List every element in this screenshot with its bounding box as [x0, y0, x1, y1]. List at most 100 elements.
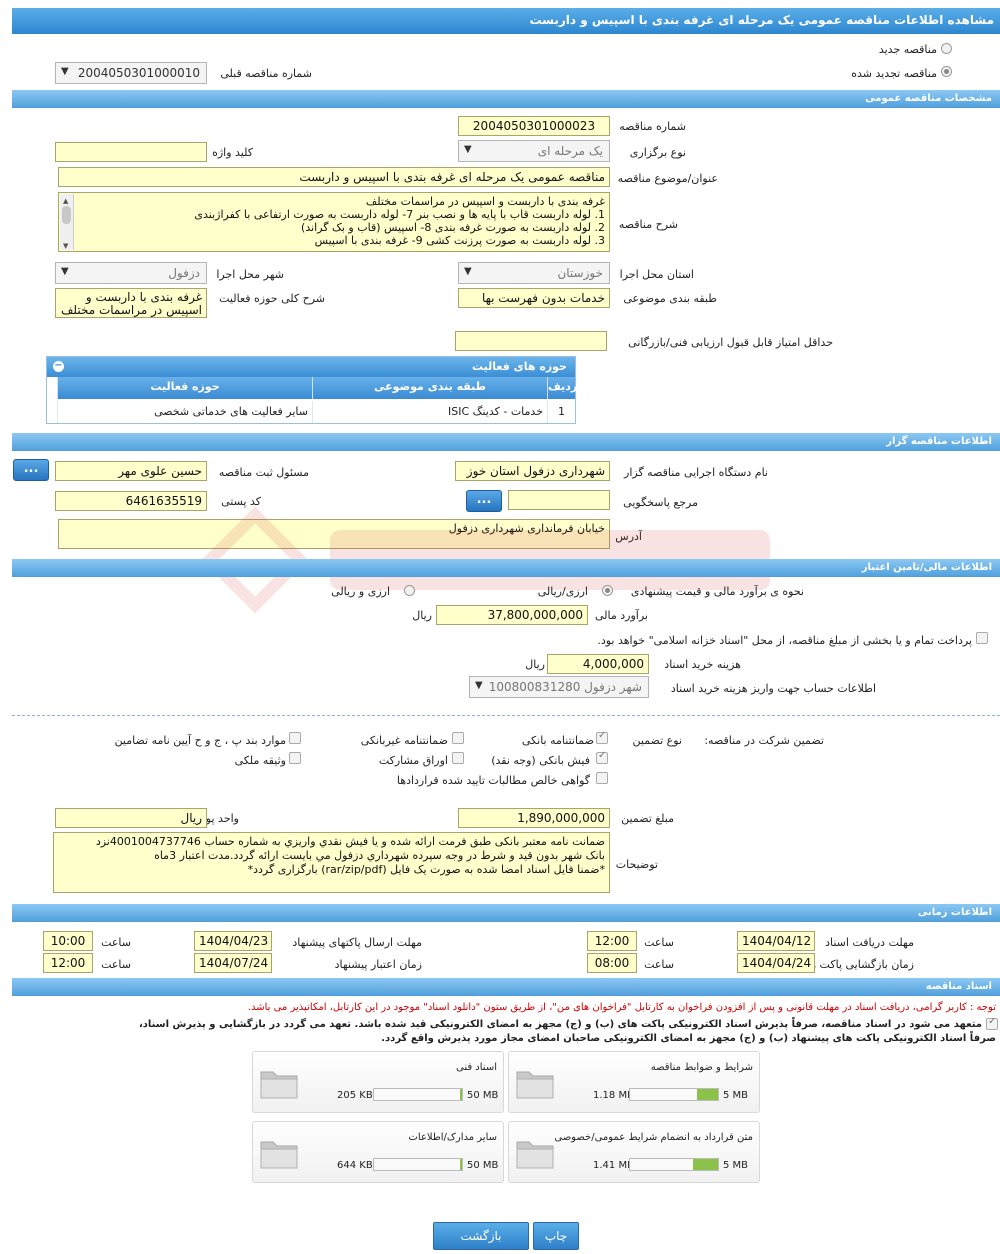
- activities-header: حوزه های فعالیت −: [47, 357, 575, 377]
- org-name-field[interactable]: شهرداری دزفول استان خوز: [455, 461, 610, 481]
- commitment-checkbox[interactable]: [986, 1016, 998, 1030]
- prev-number-value: 2004050301000010: [77, 66, 200, 80]
- estimate-field[interactable]: 37,800,000,000: [436, 605, 588, 625]
- province-select[interactable]: خوزستان ▼: [458, 262, 610, 284]
- guarantee-type-label: نوع تضمین: [632, 734, 682, 747]
- min-score-label: حداقل امتیاز قابل قبول ارزیابی فنی/بازرگ…: [628, 336, 833, 349]
- keyword-field[interactable]: [55, 142, 207, 162]
- collapse-icon[interactable]: −: [53, 361, 64, 372]
- file-size: 644 KB: [337, 1160, 373, 1171]
- bank-guarantee-label: ضمانتنامه بانکی: [521, 734, 594, 747]
- address-textarea[interactable]: خیابان فرمانداری شهرداری دزفول: [58, 519, 610, 549]
- documents-notice: توجه : کاربر گرامی، دریافت اسناد در مهلت…: [247, 1002, 996, 1013]
- print-button[interactable]: چاپ: [533, 1222, 579, 1250]
- file-name: سایر مدارک/اطلاعات: [408, 1132, 497, 1143]
- send-deadline-date[interactable]: 1404/04/23: [194, 931, 272, 951]
- chevron-down-icon: ▼: [464, 266, 472, 277]
- file-card[interactable]: متن قرارداد به انضمام شرایط عمومی/خصوصی …: [508, 1121, 760, 1183]
- responsible-field[interactable]: حسین علوی مهر: [55, 461, 207, 481]
- opening-date[interactable]: 1404/04/24: [737, 953, 815, 973]
- reference-lookup-button[interactable]: ...: [466, 490, 502, 512]
- participation-guarantee-label: تضمین شرکت در مناقصه:: [704, 734, 824, 747]
- description-textarea[interactable]: غرفه بندی با داربست و اسپیس در مراسمات م…: [58, 192, 610, 252]
- send-deadline-time[interactable]: 10:00: [43, 931, 93, 951]
- scroll-down-icon[interactable]: ▼: [63, 240, 68, 251]
- receivables-cert-checkbox[interactable]: [596, 772, 608, 784]
- notes-line: *ضمنا فایل اسناد امضا شده به صورت یک فای…: [247, 863, 605, 876]
- radio-currency-rial[interactable]: [602, 585, 613, 596]
- doc-cost-field[interactable]: 4,000,000: [547, 654, 649, 674]
- col-index: ردیف: [547, 377, 577, 399]
- radio-currency-and-rial[interactable]: [404, 585, 415, 596]
- chevron-down-icon: ▼: [61, 66, 69, 77]
- chevron-down-icon: ▼: [475, 680, 483, 691]
- file-size: 205 KB: [337, 1090, 373, 1101]
- bank-guarantee-checkbox[interactable]: [596, 730, 608, 744]
- clauses-checkbox[interactable]: [289, 732, 301, 744]
- activities-panel: حوزه های فعالیت − ردیف طبقه بندی موضوعی …: [46, 356, 577, 424]
- send-deadline-label: مهلت ارسال پاکتهای پیشنهاد: [292, 936, 422, 949]
- participation-papers-checkbox[interactable]: [452, 752, 464, 764]
- file-card[interactable]: شرایط و ضوابط مناقصه 1.18 MB 5 MB: [508, 1051, 760, 1113]
- description-line: 1. لوله داربست قاب با پایه ها و نصب بنر …: [194, 208, 605, 221]
- chevron-down-icon: ▼: [61, 266, 69, 277]
- radio-renewed-tender[interactable]: [941, 66, 952, 77]
- activity-desc-label: شرح کلی حوزه فعالیت: [219, 292, 325, 305]
- prev-number-select[interactable]: 2004050301000010 ▼: [55, 62, 207, 84]
- activity-desc-textarea[interactable]: غرفه بندی با داربست و اسپیس در مراسمات م…: [55, 288, 207, 318]
- radio-new-tender[interactable]: [941, 43, 952, 54]
- bank-receipt-checkbox[interactable]: [596, 750, 608, 764]
- file-size-bar: [373, 1088, 463, 1101]
- file-size-bar: [629, 1088, 719, 1101]
- validity-date[interactable]: 1404/07/24: [194, 953, 272, 973]
- opening-time-label: ساعت: [644, 958, 674, 971]
- treasury-checkbox[interactable]: [976, 632, 988, 644]
- chevron-down-icon: ▼: [464, 144, 472, 155]
- city-select[interactable]: دزفول ▼: [55, 262, 207, 284]
- file-card[interactable]: سایر مدارک/اطلاعات 644 KB 50 MB: [252, 1121, 504, 1183]
- notes-textarea[interactable]: ضمانت نامه معتبر بانکی طبق فرمت ارائه شد…: [53, 832, 610, 893]
- account-info-label: اطلاعات حساب جهت واریز هزینه خرید اسناد: [670, 682, 876, 695]
- guarantee-amount-field[interactable]: 1,890,000,000: [458, 808, 610, 828]
- receivables-cert-label: گواهی خالص مطالبات تایید شده قراردادها: [396, 774, 590, 787]
- scrollbar-thumb[interactable]: [62, 206, 71, 224]
- back-button[interactable]: بازگشت: [433, 1222, 529, 1250]
- notes-label: توضیحات: [615, 858, 658, 871]
- tender-number-field[interactable]: 2004050301000023: [458, 116, 610, 136]
- validity-time[interactable]: 12:00: [43, 953, 93, 973]
- organizer-section-header: اطلاعات مناقصه گزار: [12, 433, 1000, 451]
- opening-time[interactable]: 08:00: [587, 953, 637, 973]
- participation-papers-label: اوراق مشارکت: [378, 754, 448, 767]
- page-title: مشاهده اطلاعات مناقصه عمومی یک مرحله ای …: [12, 8, 1000, 34]
- province-label: استان محل اجرا: [619, 268, 694, 281]
- receive-deadline-time[interactable]: 12:00: [587, 931, 637, 951]
- file-max-size: 5 MB: [723, 1160, 749, 1171]
- file-name: اسناد فنی: [456, 1062, 497, 1073]
- address-label: آدرس: [615, 530, 642, 543]
- file-card[interactable]: اسناد فنی 205 KB 50 MB: [252, 1051, 504, 1113]
- account-select[interactable]: شهر دزفول 100800831280 ▼: [469, 676, 649, 698]
- commitment-text-1: متعهد می شود در اسناد مناقصه، صرفاً پذیر…: [138, 1019, 982, 1030]
- description-label: شرح مناقصه: [618, 218, 678, 231]
- file-max-size: 50 MB: [467, 1090, 499, 1101]
- responsible-lookup-button[interactable]: ...: [13, 459, 49, 481]
- textarea-scrollbar[interactable]: ▲ ▼: [60, 194, 74, 250]
- file-size-fill: [697, 1089, 718, 1100]
- file-size-bar: [373, 1158, 463, 1171]
- postal-code-field[interactable]: 6461635519: [55, 491, 207, 511]
- property-bond-checkbox[interactable]: [289, 752, 301, 764]
- doc-cost-label: هزینه خرید اسناد: [664, 658, 741, 671]
- activity-desc-line: اسپیس در مراسمات مختلف: [60, 303, 202, 317]
- min-score-field[interactable]: [455, 331, 607, 351]
- holding-type-select[interactable]: یک مرحله ای ▼: [458, 140, 610, 162]
- category-field[interactable]: خدمات بدون فهرست بها: [458, 288, 610, 308]
- file-size: 1.41 MB: [593, 1160, 634, 1171]
- folder-icon: [260, 1071, 298, 1099]
- holding-type-value: یک مرحله ای: [537, 144, 603, 158]
- currency-unit-field[interactable]: ریال: [55, 808, 207, 828]
- subject-field[interactable]: مناقصه عمومی یک مرحله ای غرفه بندی با اس…: [58, 167, 610, 187]
- non-bank-guarantee-checkbox[interactable]: [452, 732, 464, 744]
- cell-category: خدمات - کدینگ ISIC: [312, 401, 547, 423]
- receive-deadline-date[interactable]: 1404/04/12: [737, 931, 815, 951]
- reference-field[interactable]: [508, 490, 610, 510]
